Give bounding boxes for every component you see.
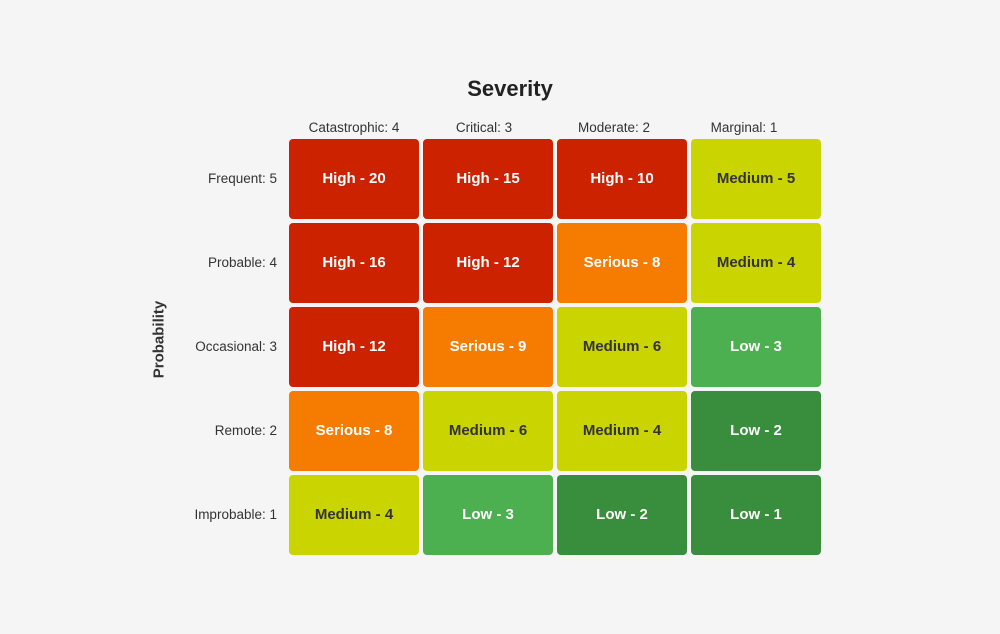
risk-matrix-container: Severity Probability Catastrophic: 4Crit… bbox=[125, 56, 875, 579]
grid-row-2: Occasional: 3High - 12Serious - 9Medium … bbox=[179, 307, 875, 387]
cell-3-0: Serious - 8 bbox=[289, 391, 419, 471]
cell-3-3: Low - 2 bbox=[691, 391, 821, 471]
y-axis-label: Probability bbox=[151, 300, 168, 378]
grid-row-4: Improbable: 1Medium - 4Low - 3Low - 2Low… bbox=[179, 475, 875, 555]
chart-title: Severity bbox=[145, 76, 875, 102]
y-axis-label-wrapper: Probability bbox=[145, 120, 173, 559]
row-label-1: Probable: 4 bbox=[179, 255, 289, 270]
grid-row-3: Remote: 2Serious - 8Medium - 6Medium - 4… bbox=[179, 391, 875, 471]
rows-container: Frequent: 5High - 20High - 15High - 10Me… bbox=[179, 139, 875, 559]
cell-0-2: High - 10 bbox=[557, 139, 687, 219]
cell-2-1: Serious - 9 bbox=[423, 307, 553, 387]
cell-0-1: High - 15 bbox=[423, 139, 553, 219]
col-header-0: Catastrophic: 4 bbox=[289, 120, 419, 135]
row-label-0: Frequent: 5 bbox=[179, 171, 289, 186]
row-label-3: Remote: 2 bbox=[179, 423, 289, 438]
col-header-1: Critical: 3 bbox=[419, 120, 549, 135]
cell-4-3: Low - 1 bbox=[691, 475, 821, 555]
cell-2-2: Medium - 6 bbox=[557, 307, 687, 387]
row-label-2: Occasional: 3 bbox=[179, 339, 289, 354]
cell-0-0: High - 20 bbox=[289, 139, 419, 219]
cell-0-3: Medium - 5 bbox=[691, 139, 821, 219]
cell-1-3: Medium - 4 bbox=[691, 223, 821, 303]
grid-row-0: Frequent: 5High - 20High - 15High - 10Me… bbox=[179, 139, 875, 219]
row-label-4: Improbable: 1 bbox=[179, 507, 289, 522]
cell-3-1: Medium - 6 bbox=[423, 391, 553, 471]
cell-4-0: Medium - 4 bbox=[289, 475, 419, 555]
col-headers: Catastrophic: 4Critical: 3Moderate: 2Mar… bbox=[289, 120, 875, 135]
col-header-2: Moderate: 2 bbox=[549, 120, 679, 135]
cell-4-1: Low - 3 bbox=[423, 475, 553, 555]
cell-1-1: High - 12 bbox=[423, 223, 553, 303]
cell-4-2: Low - 2 bbox=[557, 475, 687, 555]
cell-2-3: Low - 3 bbox=[691, 307, 821, 387]
cell-2-0: High - 12 bbox=[289, 307, 419, 387]
cell-3-2: Medium - 4 bbox=[557, 391, 687, 471]
cell-1-2: Serious - 8 bbox=[557, 223, 687, 303]
grid-area: Catastrophic: 4Critical: 3Moderate: 2Mar… bbox=[179, 120, 875, 559]
main-area: Probability Catastrophic: 4Critical: 3Mo… bbox=[145, 120, 875, 559]
col-header-3: Marginal: 1 bbox=[679, 120, 809, 135]
grid-row-1: Probable: 4High - 16High - 12Serious - 8… bbox=[179, 223, 875, 303]
cell-1-0: High - 16 bbox=[289, 223, 419, 303]
